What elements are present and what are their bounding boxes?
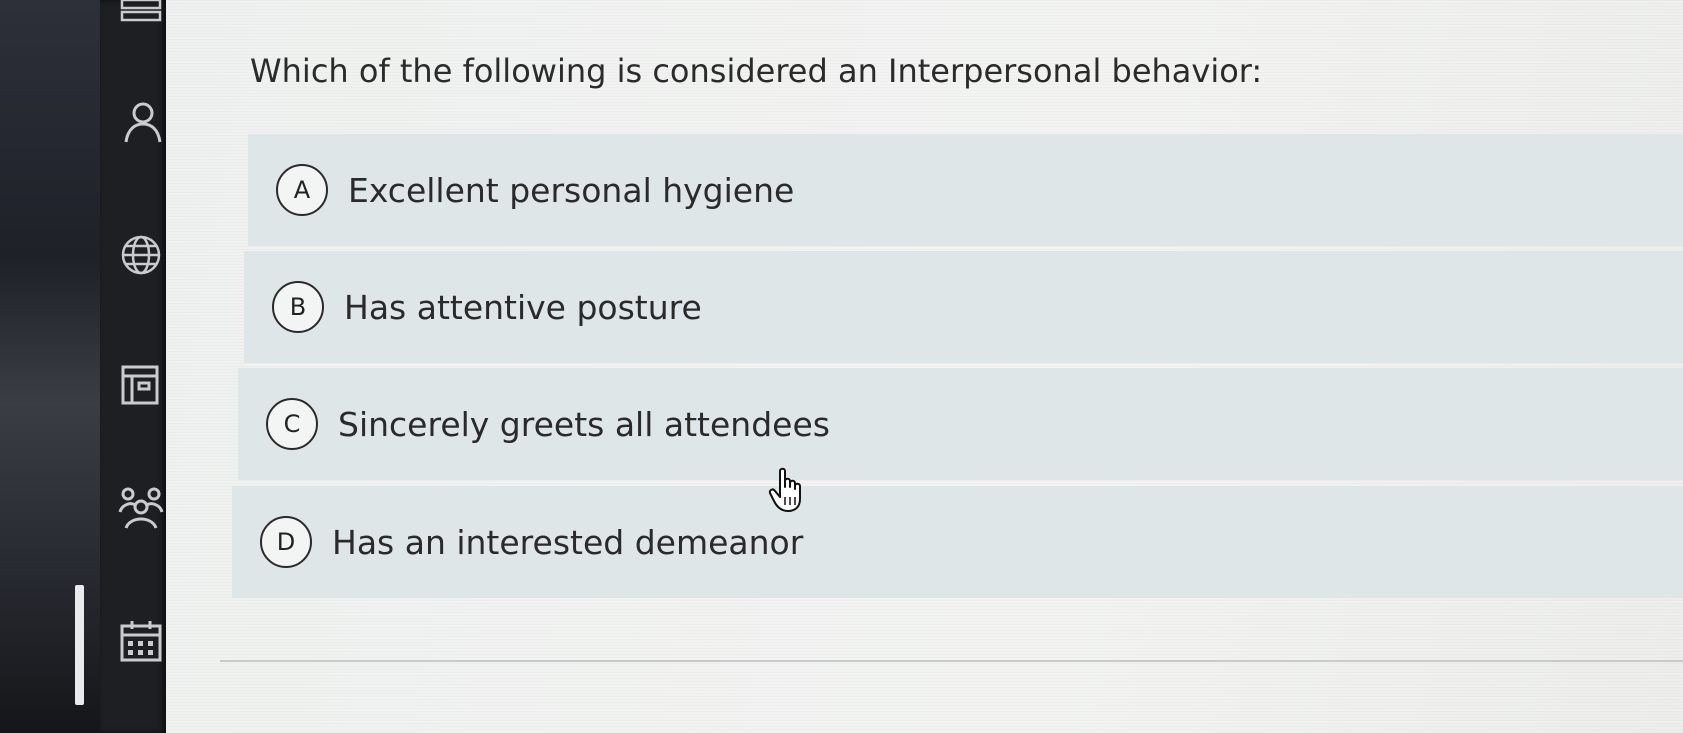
option-c[interactable]: C Sincerely greets all attendees [238, 368, 1683, 480]
hand-pointer-icon [768, 467, 808, 513]
option-b[interactable]: B Has attentive posture [244, 251, 1683, 363]
option-letter: D [260, 516, 312, 568]
option-letter: C [266, 398, 318, 450]
option-label: Sincerely greets all attendees [338, 404, 830, 444]
scroll-indicator[interactable] [75, 585, 84, 705]
globe-icon[interactable] [118, 232, 164, 278]
option-label: Excellent personal hygiene [348, 170, 795, 210]
option-letter: A [276, 164, 328, 216]
option-label: Has attentive posture [344, 287, 702, 327]
divider [220, 660, 1683, 662]
question-panel [166, 0, 1683, 733]
person-icon[interactable] [118, 98, 164, 144]
question-text: Which of the following is considered an … [250, 52, 1263, 90]
people-icon[interactable] [118, 484, 164, 530]
option-letter: B [272, 281, 324, 333]
document-icon[interactable] [118, 362, 164, 408]
screen-bezel [0, 0, 100, 733]
option-label: Has an interested demeanor [332, 522, 804, 562]
option-a[interactable]: A Excellent personal hygiene [248, 134, 1683, 246]
calendar-icon[interactable] [118, 618, 164, 664]
option-d[interactable]: D Has an interested demeanor [232, 486, 1683, 598]
library-icon[interactable] [118, 0, 164, 38]
